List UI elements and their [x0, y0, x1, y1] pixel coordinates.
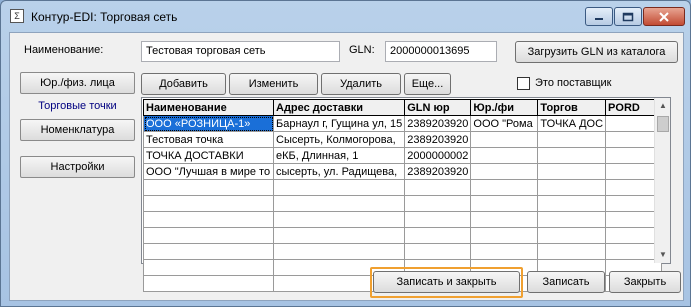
- table-row[interactable]: ООО «РОЗНИЦА-1» Барнаул г, Гущина ул, 15 2…: [143, 115, 663, 132]
- table-cell[interactable]: [537, 131, 607, 148]
- main-window: Σ Контур-EDI: Торговая сеть Наименование…: [0, 0, 691, 307]
- table-cell[interactable]: [272, 179, 406, 196]
- more-button[interactable]: Еще...: [404, 73, 451, 95]
- column-header-name[interactable]: Наименование: [143, 99, 274, 116]
- table-cell[interactable]: 2389203920: [404, 131, 472, 148]
- sidebar-item-trade-points[interactable]: Торговые точки: [20, 95, 135, 117]
- table-cell[interactable]: [404, 227, 472, 244]
- highlight-frame: [370, 267, 523, 298]
- sidebar-item-nomenclature[interactable]: Номенклатура: [20, 119, 135, 141]
- table-cell[interactable]: 2389203920: [404, 115, 472, 132]
- table-cell[interactable]: 2000000002: [404, 147, 472, 164]
- table-cell[interactable]: [537, 243, 607, 260]
- table-cell[interactable]: [143, 195, 274, 212]
- gln-field[interactable]: 2000000013695: [385, 41, 497, 62]
- table-cell[interactable]: [143, 243, 274, 260]
- table-cell[interactable]: [143, 227, 274, 244]
- add-button[interactable]: Добавить: [141, 73, 226, 95]
- table-cell[interactable]: [143, 259, 274, 276]
- edit-button[interactable]: Изменить: [229, 73, 318, 95]
- table-cell[interactable]: [470, 179, 539, 196]
- table-cell[interactable]: [537, 163, 607, 180]
- table-cell[interactable]: ТОЧКА ДОСТАВКИ: [143, 147, 274, 164]
- table-row-empty[interactable]: [143, 211, 663, 228]
- table-cell[interactable]: [470, 243, 539, 260]
- table-cell[interactable]: ООО "Рома: [470, 115, 539, 132]
- app-icon: Σ: [10, 9, 24, 23]
- table-cell[interactable]: ООО «РОЗНИЦА-1»: [143, 115, 274, 132]
- table-cell[interactable]: [404, 211, 472, 228]
- table-cell[interactable]: [537, 179, 607, 196]
- delete-button[interactable]: Удалить: [321, 73, 401, 95]
- table-cell[interactable]: [143, 275, 274, 292]
- table-cell[interactable]: [537, 211, 607, 228]
- trade-points-grid[interactable]: Наименование Адрес доставки GLN юр Юр./ф…: [141, 97, 671, 292]
- table-cell[interactable]: [470, 195, 539, 212]
- table-cell[interactable]: [404, 179, 472, 196]
- table-cell[interactable]: еКБ, Длинная, 1: [272, 147, 406, 164]
- table-cell[interactable]: [272, 243, 406, 260]
- table-row[interactable]: Тестовая точка Сысерть, Колмогорова, 23892…: [143, 131, 663, 148]
- table-cell[interactable]: ООО "Лучшая в мире то: [143, 163, 274, 180]
- trade-points-table: Наименование Адрес доставки GLN юр Юр./ф…: [143, 99, 663, 292]
- minimize-button[interactable]: [585, 7, 613, 26]
- supplier-checkbox[interactable]: [517, 77, 530, 90]
- table-row-empty[interactable]: [143, 179, 663, 196]
- column-header-address[interactable]: Адрес доставки: [272, 99, 406, 116]
- minimize-icon: [595, 17, 603, 20]
- table-cell[interactable]: [470, 211, 539, 228]
- table-cell[interactable]: [143, 211, 274, 228]
- close-icon: [659, 11, 669, 22]
- close-button[interactable]: Закрыть: [609, 271, 681, 293]
- name-label: Наименование:: [24, 44, 104, 56]
- table-row[interactable]: ООО "Лучшая в мире то сысерть, ул. Радище…: [143, 163, 663, 180]
- table-cell[interactable]: [272, 227, 406, 244]
- window-title: Контур-EDI: Торговая сеть: [31, 10, 178, 24]
- column-header-legal-entity[interactable]: Юр./фи: [470, 99, 539, 116]
- close-window-button[interactable]: [643, 7, 685, 26]
- supplier-checkbox-label: Это поставщик: [535, 77, 612, 89]
- sidebar-item-legal-entities[interactable]: Юр./физ. лица: [20, 72, 135, 94]
- table-header-row: Наименование Адрес доставки GLN юр Юр./ф…: [143, 99, 663, 116]
- maximize-button[interactable]: [614, 7, 642, 26]
- name-field[interactable]: Тестовая торговая сеть: [141, 41, 340, 62]
- sidebar-item-settings[interactable]: Настройки: [20, 156, 135, 178]
- load-gln-button[interactable]: Загрузить GLN из каталога: [515, 41, 678, 63]
- table-cell[interactable]: [537, 147, 607, 164]
- table-cell[interactable]: ТОЧКА ДОС: [537, 115, 607, 132]
- maximize-icon: [622, 12, 634, 21]
- table-cell[interactable]: Тестовая точка: [143, 131, 274, 148]
- table-cell[interactable]: [470, 147, 539, 164]
- table-cell[interactable]: Барнаул г, Гущина ул, 15: [272, 115, 406, 132]
- table-cell[interactable]: [470, 227, 539, 244]
- table-cell[interactable]: сысерть, ул. Радищева,: [272, 163, 406, 180]
- table-cell[interactable]: [470, 163, 539, 180]
- table-cell[interactable]: [404, 243, 472, 260]
- table-cell[interactable]: [404, 195, 472, 212]
- table-cell[interactable]: [470, 131, 539, 148]
- table-cell[interactable]: 2389203920: [404, 163, 472, 180]
- table-cell[interactable]: [272, 211, 406, 228]
- table-row-empty[interactable]: [143, 243, 663, 260]
- title-bar[interactable]: Σ Контур-EDI: Торговая сеть: [1, 1, 690, 31]
- scroll-down-icon[interactable]: ▼: [657, 249, 669, 261]
- scroll-thumb[interactable]: [657, 116, 669, 132]
- column-header-gln[interactable]: GLN юр: [404, 99, 472, 116]
- table-cell[interactable]: [537, 195, 607, 212]
- table-row[interactable]: ТОЧКА ДОСТАВКИ еКБ, Длинная, 1 2000000002: [143, 147, 663, 164]
- table-cell[interactable]: [143, 179, 274, 196]
- gln-label: GLN:: [349, 44, 375, 56]
- table-cell[interactable]: Сысерть, Колмогорова,: [272, 131, 406, 148]
- save-button[interactable]: Записать: [527, 271, 605, 293]
- column-header-trade[interactable]: Торгов: [537, 99, 607, 116]
- scroll-up-icon[interactable]: ▲: [657, 100, 669, 112]
- table-row-empty[interactable]: [143, 195, 663, 212]
- table-row-empty[interactable]: [143, 227, 663, 244]
- client-area: Наименование: Тестовая торговая сеть GLN…: [9, 32, 684, 301]
- vertical-scrollbar[interactable]: ▲ ▼: [654, 98, 670, 263]
- table-cell[interactable]: [537, 227, 607, 244]
- table-cell[interactable]: [272, 195, 406, 212]
